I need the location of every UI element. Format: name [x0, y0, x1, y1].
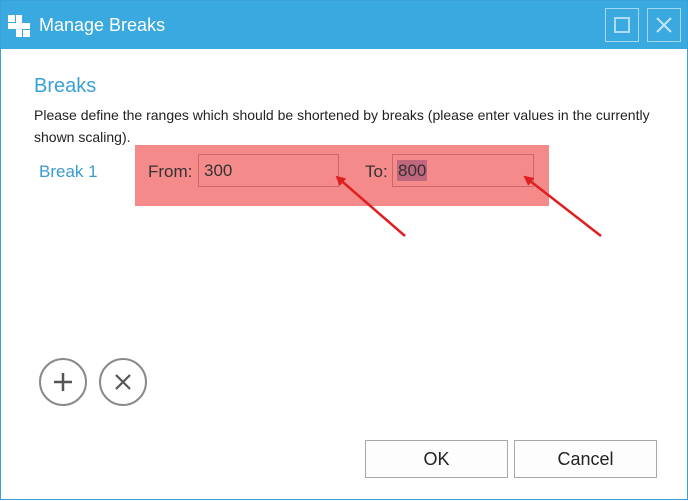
from-input[interactable] — [198, 154, 339, 187]
title-bar: Manage Breaks — [1, 1, 687, 49]
to-input-selected-text: 800 — [397, 160, 428, 181]
ok-button[interactable]: OK — [365, 440, 508, 478]
cancel-button[interactable]: Cancel — [514, 440, 657, 478]
section-title: Breaks — [34, 75, 97, 97]
instructions-text: Please define the ranges which should be… — [34, 107, 650, 145]
maximize-button[interactable] — [605, 8, 639, 42]
annotation-arrows — [335, 175, 602, 237]
x-icon — [115, 374, 131, 390]
add-break-button[interactable] — [39, 358, 87, 406]
window-title: Manage Breaks — [39, 15, 166, 35]
close-icon — [656, 17, 672, 33]
break-1-label[interactable]: Break 1 — [39, 162, 98, 182]
from-label: From: — [148, 162, 193, 181]
manage-breaks-dialog: Manage Breaks Breaks Please define the r… — [0, 0, 688, 500]
close-button[interactable] — [647, 8, 681, 42]
plus-icon — [54, 373, 72, 391]
maximize-icon — [614, 17, 630, 33]
remove-break-button[interactable] — [99, 358, 147, 406]
to-label: To: — [365, 162, 388, 181]
app-logo-icon — [8, 15, 30, 37]
